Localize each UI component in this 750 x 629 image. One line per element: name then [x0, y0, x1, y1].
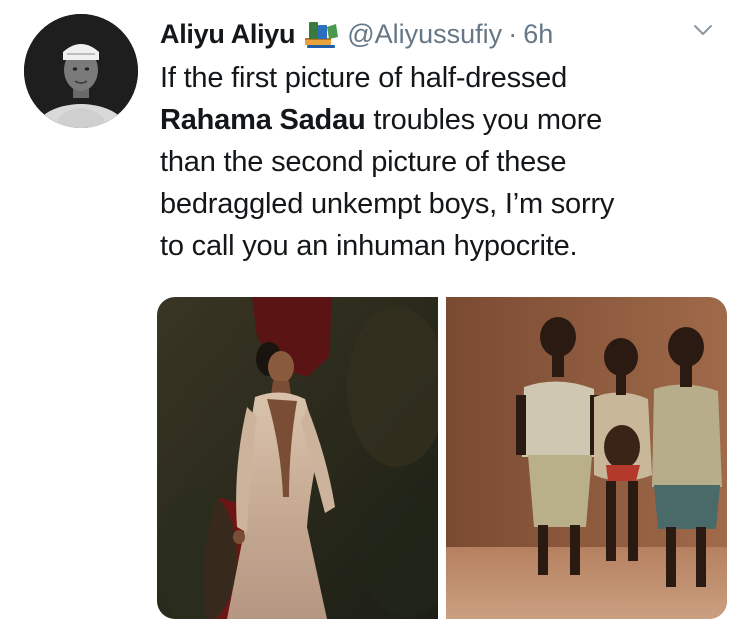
display-name[interactable]: Aliyu Aliyu	[160, 14, 296, 54]
books-icon	[303, 18, 339, 50]
tweet-text: If the first picture of half-dressed Rah…	[160, 57, 740, 267]
photo-woman-gown[interactable]	[157, 297, 438, 619]
chevron-down-icon[interactable]	[692, 22, 714, 38]
tweet-text-fragment: troubles you more	[365, 104, 603, 136]
tweet-text-line: bedraggled unkempt boys, I’m sorry	[160, 188, 615, 220]
user-handle[interactable]: @Aliyussufiy	[347, 14, 502, 54]
tweet-text-line: than the second picture of these	[160, 146, 567, 178]
tweet-media	[157, 297, 727, 619]
separator-dot: ·	[508, 19, 518, 49]
avatar[interactable]	[24, 14, 138, 128]
tweet-header: Aliyu Aliyu @Aliyussufiy · 6h	[160, 14, 553, 54]
tweet-text-line: If the first picture of half-dressed	[160, 62, 568, 94]
bold-name: Rahama Sadau	[160, 104, 366, 136]
photo-three-boys[interactable]	[446, 297, 727, 619]
timestamp[interactable]: 6h	[523, 14, 553, 54]
tweet-text-line: to call you an inhuman hypocrite.	[160, 230, 578, 262]
tweet-text-line: Rahama Sadau troubles you more	[160, 99, 740, 141]
